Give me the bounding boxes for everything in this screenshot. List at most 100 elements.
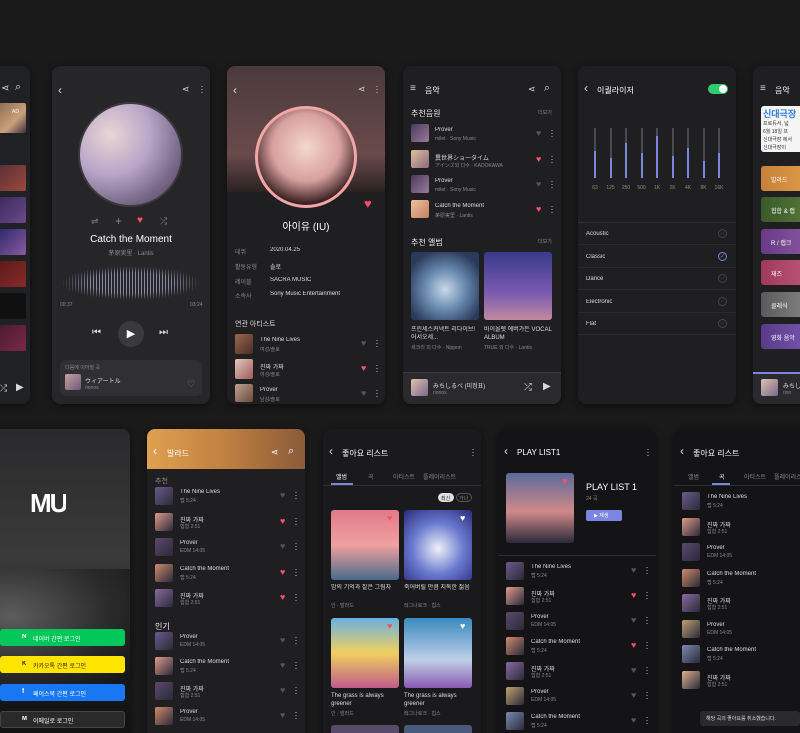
more-icon[interactable]: · · · [550,177,554,192]
heart-icon[interactable]: ♥ [280,661,285,670]
more-icon[interactable]: · · · [645,613,649,628]
search-icon[interactable]: ⌕ [288,446,294,457]
heart-icon[interactable]: ♥ [280,593,285,602]
heart-icon[interactable]: ♥ [387,622,392,631]
share-icon[interactable]: ⋖ [271,448,279,457]
shuffle-icon[interactable]: ⤮ [160,217,167,226]
back-icon[interactable]: ‹ [329,445,333,457]
heart-icon[interactable]: ♥ [460,514,465,523]
prev-icon[interactable]: ⏮ [92,328,101,338]
more-icon[interactable]: · · · [294,708,298,723]
heart-icon[interactable]: ♥ [562,477,567,486]
more-icon[interactable]: · · · [645,638,649,653]
heart-icon[interactable]: ♥ [137,216,143,226]
heart-icon[interactable]: ♥ [631,591,636,600]
share-icon[interactable]: ⋖ [1,84,9,94]
back-icon[interactable]: ‹ [233,84,237,96]
heart-icon[interactable]: ♥ [631,641,636,650]
search-icon[interactable]: ⌕ [544,83,550,94]
more-icon[interactable]: · · · [375,82,379,97]
song-title[interactable]: Catch the Moment [531,639,580,645]
share-icon[interactable]: ⋖ [358,85,366,94]
more-link[interactable]: 더보기 [538,238,552,245]
heart-icon[interactable]: ♥ [631,716,636,725]
more-icon[interactable]: · · · [294,590,298,605]
more-icon[interactable]: · · · [294,564,298,579]
search-icon[interactable]: ⌕ [15,82,21,93]
song-title[interactable]: 異世界ショータイム [435,153,489,162]
eq-preset-row[interactable] [578,313,736,335]
album-cover[interactable] [404,725,472,733]
album-cover[interactable] [411,252,479,320]
song-title[interactable]: Prover [531,614,549,620]
more-icon[interactable]: · · · [294,513,298,528]
heart-icon[interactable]: ♥ [631,691,636,700]
song-title[interactable]: Catch the Moment [180,566,229,572]
more-icon[interactable]: · · · [294,683,298,698]
more-icon[interactable]: · · · [375,336,379,351]
tab-song[interactable]: 곡 [368,472,374,481]
more-icon[interactable]: · · · [375,361,379,376]
heart-icon[interactable]: ♥ [361,339,366,348]
heart-icon[interactable]: ♥ [536,205,541,214]
heart-icon[interactable]: ♥ [280,491,285,500]
heart-icon[interactable]: ♥ [631,616,636,625]
heart-icon[interactable]: ♥ [631,566,636,575]
song-title[interactable]: Prover [435,178,453,184]
heart-icon[interactable]: ♥ [460,622,465,631]
song-title[interactable]: Prover [707,622,725,628]
tab-artist[interactable]: 아티스트 [744,472,766,481]
back-icon[interactable]: ‹ [584,82,588,94]
more-icon[interactable]: · · · [294,658,298,673]
play-button[interactable]: ▶ [118,321,144,347]
back-icon[interactable]: ‹ [504,445,508,457]
song-title[interactable]: Prover [531,689,549,695]
song-title[interactable]: Prover [707,545,725,551]
song-title[interactable]: The Nine Lives [180,489,220,495]
more-icon[interactable]: · · · [645,688,649,703]
song-title[interactable]: Catch the Moment [531,714,580,720]
tab-artist[interactable]: 아티스트 [393,472,415,481]
tab-song[interactable]: 곡 [719,472,725,481]
heart-icon[interactable]: ♥ [387,514,392,523]
equalizer-icon[interactable]: ⇌ [91,217,99,226]
tab-playlist[interactable]: 플레이리스트 [423,472,456,481]
play-icon[interactable]: ▶ [543,382,551,392]
next-icon[interactable]: ⏭ [159,328,168,338]
heart-icon[interactable]: ♥ [364,197,372,210]
more-icon[interactable]: · · · [294,633,298,648]
tab-album[interactable]: 앨범 [688,472,699,481]
heart-icon[interactable]: ♥ [280,636,285,645]
tab-playlist[interactable]: 플레이리스트 [774,472,800,481]
more-icon[interactable]: · · · [471,445,475,460]
tab-album[interactable]: 앨범 [336,472,347,481]
song-title[interactable]: The Nine Lives [707,494,747,500]
song-title[interactable]: Prover [435,127,453,133]
more-icon[interactable]: · · · [550,202,554,217]
more-icon[interactable]: · · · [645,713,649,728]
back-icon[interactable]: ‹ [58,84,62,96]
eq-sliders[interactable] [578,128,736,188]
heart-icon[interactable]: ♥ [536,129,541,138]
more-icon[interactable]: · · · [375,386,379,401]
song-title[interactable]: Catch the Moment [180,659,229,665]
related-name[interactable]: 진짜 가짜 [260,362,284,371]
more-link[interactable]: 더보기 [538,109,552,116]
song-title[interactable]: Prover [180,709,198,715]
back-icon[interactable]: ‹ [680,445,684,457]
heart-icon[interactable]: ♥ [280,711,285,720]
heart-icon[interactable]: ♥ [280,686,285,695]
shuffle-icon[interactable]: ⤮ [524,383,532,393]
song-title[interactable]: Catch the Moment [707,571,756,577]
shuffle-icon[interactable]: ⤮ [0,384,7,393]
more-icon[interactable]: · · · [294,488,298,503]
heart-icon[interactable]: ♥ [280,542,285,551]
more-icon[interactable]: · · · [645,663,649,678]
play-icon[interactable]: ▶ [16,383,24,393]
more-icon[interactable]: · · · [550,126,554,141]
menu-icon[interactable]: ≡ [760,84,766,94]
song-title[interactable]: The Nine Lives [531,564,571,570]
share-icon[interactable]: ⋖ [528,85,536,94]
song-title[interactable]: Catch the Moment [435,203,484,209]
song-title[interactable]: Prover [180,540,198,546]
